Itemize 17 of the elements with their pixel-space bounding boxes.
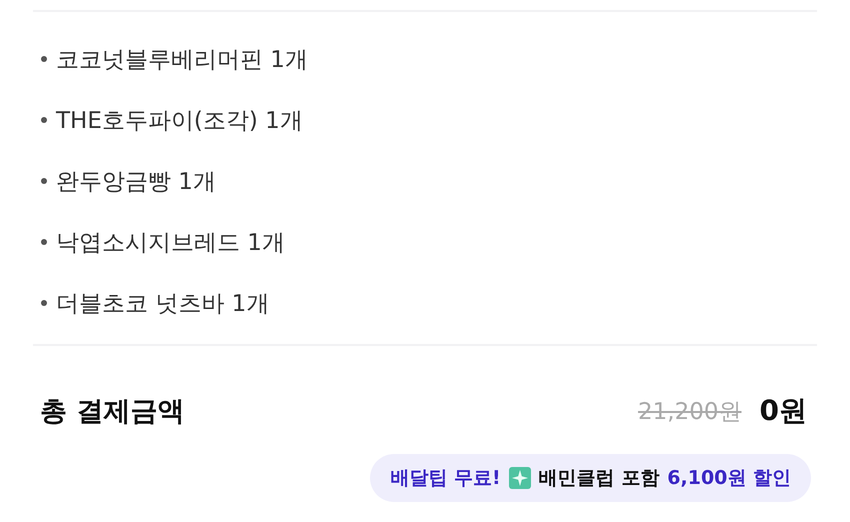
total-label: 총 결제금액 [40,395,184,429]
total-price: 0원 [760,393,807,429]
bullet-icon [41,178,47,184]
badge-text: 배민클럽 포함 [538,466,660,491]
order-item: 더블초코 넛츠바 1개 [56,290,270,318]
badge-text: 배달팁 무료! [390,466,501,491]
order-item: 낙엽소시지브레드 1개 [56,228,285,258]
badge-text: 6,100원 할인 [667,466,791,491]
order-item: THE호두파이(조각) 1개 [56,106,303,136]
sparkle-icon [508,467,531,489]
bullet-icon [41,300,47,306]
bullet-icon [41,56,47,62]
bullet-icon [41,117,47,123]
original-price: 21,200원 [638,398,742,426]
order-item: 코코넛블루베리머핀 1개 [56,46,308,74]
order-item: 완두앙금빵 1개 [56,168,216,196]
bullet-icon [41,239,47,245]
